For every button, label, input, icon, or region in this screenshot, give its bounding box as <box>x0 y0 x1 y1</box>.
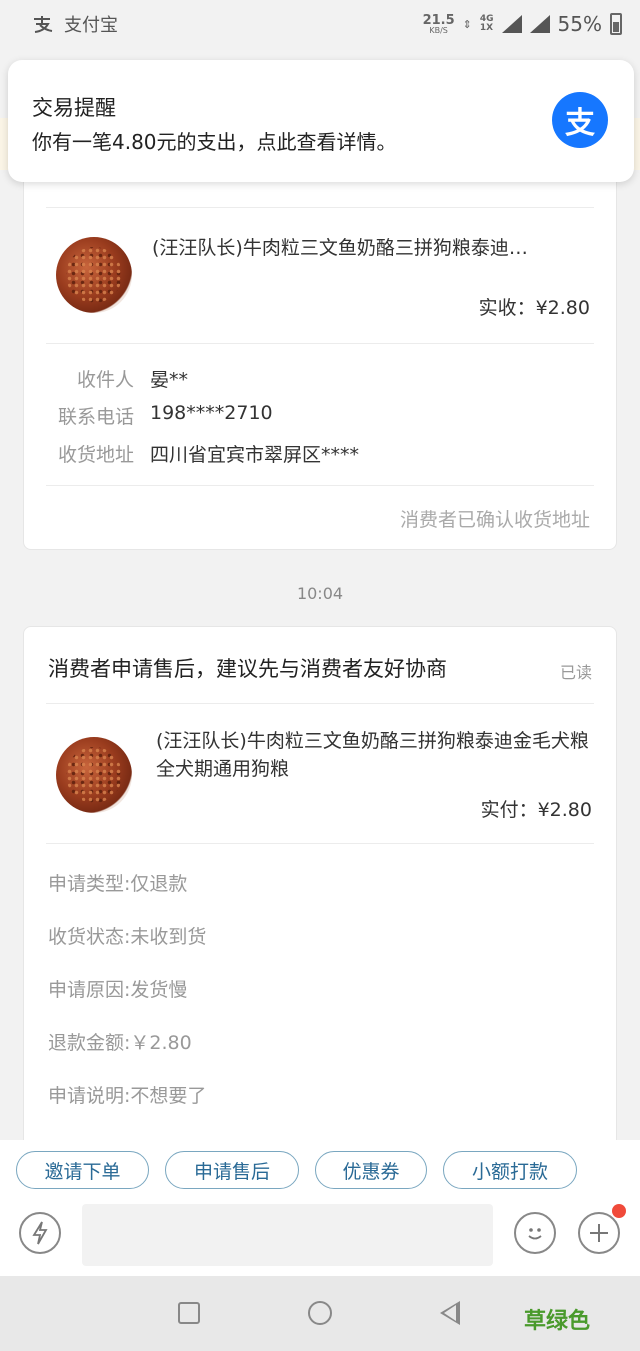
field-value: 198****2710 <box>150 402 273 424</box>
alipay-small-icon <box>34 16 53 33</box>
status-app-name: 支付宝 <box>64 15 118 36</box>
emoji-icon[interactable] <box>514 1212 556 1254</box>
refund-amount: 退款金额:￥2.80 <box>48 1032 192 1054</box>
paid-price: 实付：¥2.80 <box>480 799 592 821</box>
speed-value: 21.5 <box>422 12 455 28</box>
message-input[interactable] <box>82 1204 493 1266</box>
transaction-notification[interactable]: 交易提醒 你有一笔4.80元的支出，点此查看详情。 支 <box>8 60 634 182</box>
divider <box>46 843 594 844</box>
watermark: 草绿色 <box>523 1309 590 1334</box>
alipay-logo-icon: 支 <box>552 92 608 148</box>
quick-action-bar: 邀请下单 申请售后 优惠券 小额打款 <box>0 1140 640 1200</box>
field-value: 四川省宜宾市翠屏区**** <box>150 444 360 466</box>
product-thumbnail[interactable] <box>56 237 132 313</box>
data-arrows-icon: ⇕ <box>462 17 472 31</box>
apply-note: 申请说明:不想要了 <box>48 1085 207 1107</box>
battery-percent: 55% <box>557 12 602 36</box>
product-thumbnail[interactable] <box>56 737 132 813</box>
message-input-bar <box>0 1200 640 1276</box>
divider <box>46 703 594 704</box>
received-price: 实收：¥2.80 <box>478 297 590 319</box>
apply-type: 申请类型:仅退款 <box>48 873 188 895</box>
product-title[interactable]: (汪汪队长)牛肉粒三文鱼奶酪三拼狗粮泰迪金毛犬粮全犬期通用狗粮 <box>156 727 606 783</box>
aftersale-header: 消费者申请售后，建议先与消费者友好协商 <box>48 657 447 681</box>
divider <box>46 207 594 208</box>
order-address-card: (汪汪队长)牛肉粒三文鱼奶酪三拼狗粮泰迪… 实收：¥2.80 收件人 晏** 联… <box>23 160 617 550</box>
field-key: 收货地址 <box>57 444 134 466</box>
status-indicators: 21.5 KB/S ⇕ 4G 1X 55% <box>423 12 622 36</box>
apply-aftersale-button[interactable]: 申请售后 <box>165 1151 299 1189</box>
network-bottom: 1X <box>479 23 494 33</box>
receive-status: 收货状态:未收到货 <box>48 926 207 948</box>
lightning-icon[interactable] <box>19 1212 61 1254</box>
recipient-row: 收件人 晏** <box>46 365 188 392</box>
phone-row: 联系电话 198****2710 <box>46 402 273 429</box>
signal-icon-2 <box>529 15 550 33</box>
product-title[interactable]: (汪汪队长)牛肉粒三文鱼奶酪三拼狗粮泰迪… <box>152 233 592 260</box>
field-key: 收件人 <box>76 369 134 391</box>
system-nav-bar: 草绿色 <box>0 1276 640 1351</box>
aftersale-card: 消费者申请售后，建议先与消费者友好协商 已读 (汪汪队长)牛肉粒三文鱼奶酪三拼狗… <box>23 626 617 1156</box>
recent-apps-icon[interactable] <box>178 1302 200 1324</box>
coupon-button[interactable]: 优惠券 <box>315 1151 427 1189</box>
field-value: 晏** <box>150 369 189 391</box>
speed-unit: KB/S <box>429 25 448 35</box>
notification-dot <box>612 1204 626 1218</box>
divider <box>46 343 594 344</box>
address-confirmed-text: 消费者已确认收货地址 <box>399 509 590 531</box>
status-app: 支付宝 <box>32 11 118 37</box>
read-status: 已读 <box>559 663 592 682</box>
signal-icon <box>501 15 522 33</box>
back-icon[interactable] <box>440 1301 460 1325</box>
notification-body: 你有一笔4.80元的支出，点此查看详情。 <box>32 130 397 154</box>
apply-reason: 申请原因:发货慢 <box>48 979 188 1001</box>
status-bar: 支付宝 21.5 KB/S ⇕ 4G 1X 55% <box>0 0 640 48</box>
address-row: 收货地址 四川省宜宾市翠屏区**** <box>46 440 359 467</box>
network-type: 4G 1X <box>480 15 494 33</box>
field-key: 联系电话 <box>57 406 134 428</box>
notification-title: 交易提醒 <box>32 96 116 120</box>
network-speed: 21.5 KB/S <box>423 14 455 35</box>
plus-icon[interactable] <box>578 1212 620 1254</box>
battery-icon <box>610 13 622 35</box>
message-timestamp: 10:04 <box>296 584 344 603</box>
invite-order-button[interactable]: 邀请下单 <box>16 1151 149 1189</box>
home-icon[interactable] <box>308 1301 332 1325</box>
small-payment-button[interactable]: 小额打款 <box>443 1151 577 1189</box>
divider <box>46 485 594 486</box>
